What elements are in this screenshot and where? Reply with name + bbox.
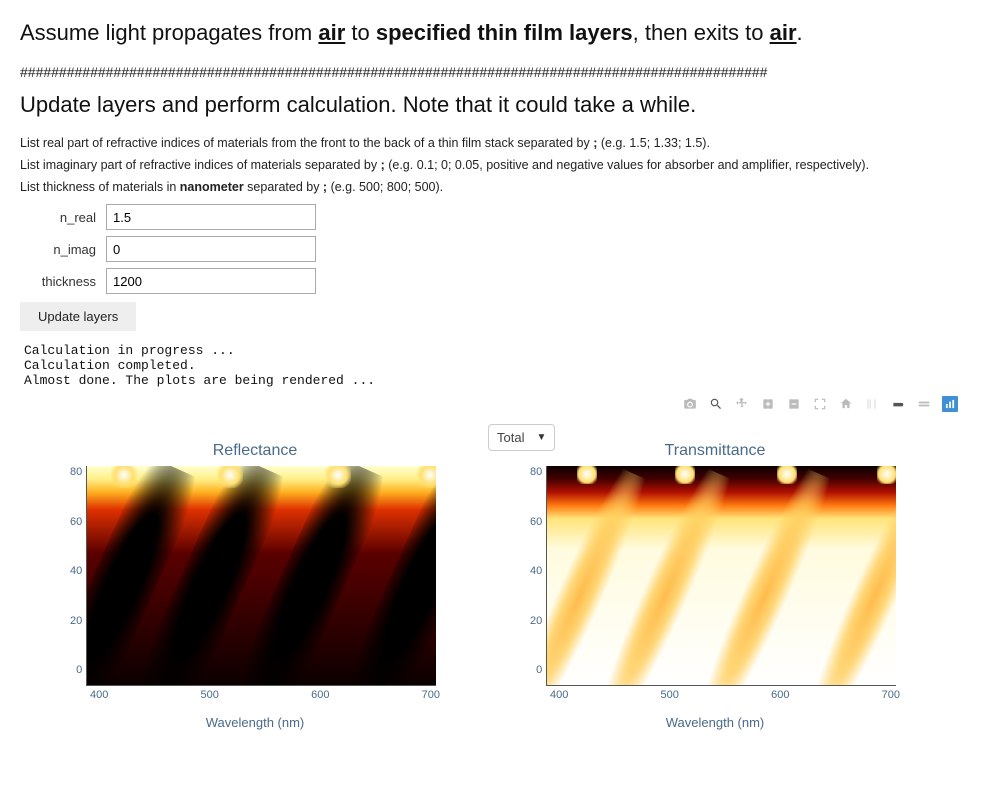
ytick: 0 xyxy=(70,664,82,676)
xtick: 500 xyxy=(661,689,679,701)
thickness-label: thickness xyxy=(20,274,106,289)
desc3-mid: separated by xyxy=(244,180,323,194)
intro-heading: Assume light propagates from air to spec… xyxy=(20,20,966,46)
n-real-input[interactable] xyxy=(106,204,316,230)
desc-n-imag: List imaginary part of refractive indice… xyxy=(20,158,966,172)
intro-layers: specified thin film layers xyxy=(376,20,633,45)
xtick: 400 xyxy=(90,689,108,701)
intro-air2: air xyxy=(770,20,797,45)
hover-closest-icon[interactable] xyxy=(890,396,906,412)
xtick: 500 xyxy=(201,689,219,701)
dropdown-selected: Total xyxy=(497,430,524,445)
desc2-post: (e.g. 0.1; 0; 0.05, positive and negativ… xyxy=(385,158,869,172)
transmittance-heatmap[interactable] xyxy=(546,466,896,686)
desc3-pre: List thickness of materials in xyxy=(20,180,180,194)
desc3-nm: nanometer xyxy=(180,180,244,194)
intro-air1: air xyxy=(318,20,345,45)
spike-lines-icon[interactable] xyxy=(864,396,880,412)
reflectance-xlabel: Wavelength (nm) xyxy=(70,715,440,730)
intro-mid: to xyxy=(345,20,376,45)
reflectance-chart: Reflectance Angle of Incidence (degree) … xyxy=(70,442,440,730)
reflectance-heatmap[interactable] xyxy=(86,466,436,686)
reflectance-title: Reflectance xyxy=(70,442,440,460)
ytick: 40 xyxy=(70,565,82,577)
charts-container: Total ▼ Reflectance Angle of Incidence (… xyxy=(20,442,966,730)
xtick: 600 xyxy=(311,689,329,701)
n-real-label: n_real xyxy=(20,210,106,225)
update-heading: Update layers and perform calculation. N… xyxy=(20,92,966,118)
reflectance-xticks: 400 500 600 700 xyxy=(90,686,440,701)
transmittance-chart: Transmittance Angle of Incidence (degree… xyxy=(530,442,900,730)
plotly-modebar xyxy=(20,396,966,412)
reflectance-yticks: 80 60 40 20 0 xyxy=(70,466,86,676)
desc-thickness: List thickness of materials in nanometer… xyxy=(20,180,966,194)
intro-after: , then exits to xyxy=(633,20,770,45)
ytick: 60 xyxy=(70,516,82,528)
transmittance-yticks: 80 60 40 20 0 xyxy=(530,466,546,676)
transmittance-xticks: 400 500 600 700 xyxy=(550,686,900,701)
ytick: 80 xyxy=(530,466,542,478)
status-output: Calculation in progress ... Calculation … xyxy=(24,343,966,388)
ytick: 0 xyxy=(530,664,542,676)
hover-compare-icon[interactable] xyxy=(916,396,932,412)
thickness-input[interactable] xyxy=(106,268,316,294)
autoscale-icon[interactable] xyxy=(812,396,828,412)
desc2-pre: List imaginary part of refractive indice… xyxy=(20,158,381,172)
xtick: 700 xyxy=(882,689,900,701)
ytick: 20 xyxy=(530,615,542,627)
ytick: 80 xyxy=(70,466,82,478)
zoom-icon[interactable] xyxy=(708,396,724,412)
transmittance-title: Transmittance xyxy=(530,442,900,460)
ytick: 40 xyxy=(530,565,542,577)
desc3-post: (e.g. 500; 800; 500). xyxy=(327,180,443,194)
camera-icon[interactable] xyxy=(682,396,698,412)
intro-period: . xyxy=(797,20,803,45)
intro-prefix: Assume light propagates from xyxy=(20,20,318,45)
xtick: 400 xyxy=(550,689,568,701)
n-imag-label: n_imag xyxy=(20,242,106,257)
ytick: 20 xyxy=(70,615,82,627)
desc1-pre: List real part of refractive indices of … xyxy=(20,136,593,150)
pan-icon[interactable] xyxy=(734,396,750,412)
ytick: 60 xyxy=(530,516,542,528)
n-imag-input[interactable] xyxy=(106,236,316,262)
xtick: 600 xyxy=(771,689,789,701)
separator-line: ########################################… xyxy=(20,64,966,80)
transmittance-xlabel: Wavelength (nm) xyxy=(530,715,900,730)
zoom-out-icon[interactable] xyxy=(786,396,802,412)
xtick: 700 xyxy=(422,689,440,701)
plotly-logo-icon[interactable] xyxy=(942,396,958,412)
reset-axes-icon[interactable] xyxy=(838,396,854,412)
zoom-in-icon[interactable] xyxy=(760,396,776,412)
layers-form: n_real n_imag thickness Update layers xyxy=(20,204,966,331)
desc1-post: (e.g. 1.5; 1.33; 1.5). xyxy=(597,136,710,150)
desc-n-real: List real part of refractive indices of … xyxy=(20,136,966,150)
update-layers-button[interactable]: Update layers xyxy=(20,302,136,331)
